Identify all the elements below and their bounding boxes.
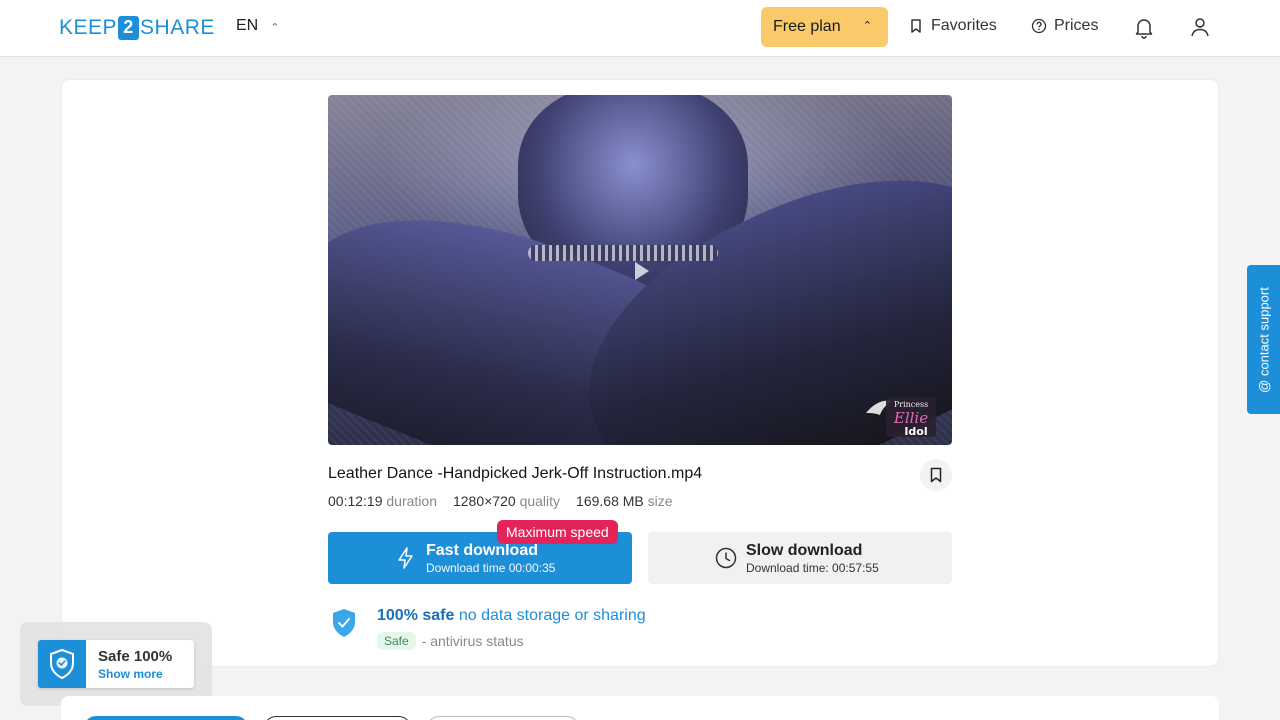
logo-text-share: SHARE [140,15,215,39]
size-info: 169.68 MB size [576,493,673,509]
bookmark-button[interactable] [920,459,952,491]
lightning-icon [398,547,413,569]
watermark-line3: Idol [904,425,927,438]
video-belt [528,245,718,261]
user-icon[interactable] [1188,15,1212,39]
safe-widget[interactable]: Safe 100% Show more [38,640,194,688]
fast-download-label: Fast download [426,542,538,559]
antivirus-label: - antivirus status [421,633,524,649]
plan-label: Free plan [773,18,841,35]
top-header: KEEP 2 SHARE EN ⌃ Free plan ⌃ Favorites … [0,0,1280,57]
file-meta: 00:12:19 duration 1280×720 quality 169.6… [328,493,673,509]
shield-check-icon [333,609,355,637]
watermark-logo: Princess Ellie Idol [866,397,936,438]
favorites-label: Favorites [931,17,997,34]
bookmark-icon [930,467,942,483]
fast-download-time: Download time 00:00:35 [426,561,556,575]
max-speed-badge: Maximum speed [497,520,618,544]
contact-support-tab[interactable]: @ contact support [1247,265,1280,414]
favorites-link[interactable]: Favorites [908,17,997,35]
bottom-tab[interactable] [427,716,579,720]
slow-download-time: Download time: 00:57:55 [746,561,879,575]
slow-download-button[interactable]: Slow download Download time: 00:57:55 [648,532,952,584]
language-label: EN [236,17,259,34]
quality-info: 1280×720 quality [452,493,561,509]
language-selector[interactable]: EN ⌃ [236,17,279,35]
prices-label: Prices [1054,17,1099,34]
bell-icon[interactable] [1132,15,1156,39]
watermark-line1: Princess [894,400,928,409]
shield-check-icon [50,648,74,680]
contact-support-label: @ contact support [1256,286,1271,393]
logo-text-keep: KEEP [59,15,118,39]
chevron-up-icon: ⌃ [270,21,280,34]
video-preview[interactable]: Princess Ellie Idol [328,95,952,445]
help-circle-icon [1031,18,1047,34]
clock-icon [715,547,737,569]
prices-link[interactable]: Prices [1031,17,1098,35]
site-logo[interactable]: KEEP 2 SHARE [59,15,215,40]
safety-bold: 100% safe [377,607,455,624]
chevron-up-icon: ⌃ [862,20,872,32]
bookmark-icon [911,19,921,33]
widget-shield [38,640,86,688]
duration-info: 00:12:19 duration [328,493,437,509]
safety-text: 100% safe no data storage or sharing [377,607,646,625]
slow-download-label: Slow download [746,542,863,559]
antivirus-status: Safe - antivirus status [377,632,524,650]
safety-rest: no data storage or sharing [458,607,646,624]
logo-text-2: 2 [118,15,140,40]
bottom-tab[interactable] [264,716,411,720]
file-title: Leather Dance -Handpicked Jerk-Off Instr… [328,465,703,482]
widget-title: Safe 100% [98,648,173,665]
play-icon[interactable] [624,255,656,287]
widget-show-more[interactable]: Show more [98,667,163,681]
safe-badge: Safe [377,632,416,650]
bottom-tab-active[interactable] [84,716,248,720]
plan-button[interactable]: Free plan ⌃ [761,7,888,47]
